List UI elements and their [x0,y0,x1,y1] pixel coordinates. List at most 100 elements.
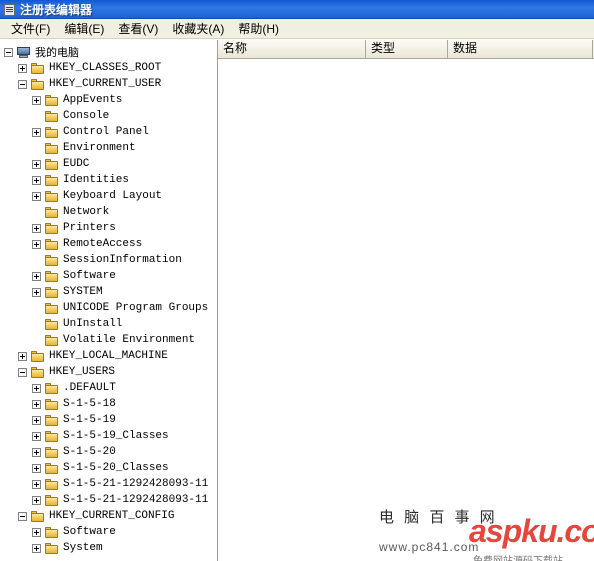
expand-icon[interactable] [32,239,41,249]
folder-icon [44,446,60,459]
menu-bar: 文件(F) 编辑(E) 查看(V) 收藏夹(A) 帮助(H) [0,19,594,39]
tree-node-label: Network [63,206,110,218]
tree-node-label: AppEvents [63,94,123,106]
tree-node-label: UnInstall [63,318,123,330]
expand-icon[interactable] [32,287,41,297]
expand-icon[interactable] [32,95,41,105]
collapse-icon[interactable] [18,367,27,377]
tree-node[interactable]: Printers [0,220,217,236]
menu-file[interactable]: 文件(F) [4,18,57,39]
menu-favorites[interactable]: 收藏夹(A) [165,18,231,39]
tree-node[interactable]: UNICODE Program Groups [0,300,217,316]
tree-node[interactable]: AppEvents [0,92,217,108]
expand-icon[interactable] [18,351,27,361]
expand-icon[interactable] [32,415,41,425]
column-header-data[interactable]: 数据 [448,40,593,58]
folder-icon [44,206,60,219]
menu-help[interactable]: 帮助(H) [231,18,286,39]
tree-node-label: .DEFAULT [63,382,116,394]
tree-node-label: S-1-5-19 [63,414,116,426]
tree-node[interactable]: Keyboard Layout [0,188,217,204]
folder-icon [44,270,60,283]
main-content: 我的电脑 HKEY_CLASSES_ROOT HKEY_CURRENT_USER Ap… [0,40,594,561]
tree-node-label: S-1-5-18 [63,398,116,410]
registry-tree-pane[interactable]: 我的电脑 HKEY_CLASSES_ROOT HKEY_CURRENT_USER Ap… [0,40,218,561]
expand-icon[interactable] [32,159,41,169]
tree-node[interactable]: Control Panel [0,124,217,140]
tree-node[interactable]: HKEY_USERS [0,364,217,380]
expand-icon[interactable] [32,543,41,553]
folder-icon [44,382,60,395]
expand-icon[interactable] [32,431,41,441]
expand-icon[interactable] [32,191,41,201]
tree-node[interactable]: Volatile Environment [0,332,217,348]
tree-node[interactable]: S-1-5-19 [0,412,217,428]
tree-node[interactable]: S-1-5-21-1292428093-11 [0,476,217,492]
tree-node[interactable]: S-1-5-20_Classes [0,460,217,476]
watermark-logo: aspku.com [469,513,594,549]
no-expander-spacer [32,144,41,153]
tree-node[interactable]: EUDC [0,156,217,172]
tree-node[interactable]: S-1-5-21-1292428093-11 [0,492,217,508]
collapse-icon[interactable] [18,511,27,521]
column-header-name[interactable]: 名称 [218,40,366,58]
expand-icon[interactable] [32,383,41,393]
tree-node[interactable]: S-1-5-20 [0,444,217,460]
expand-icon[interactable] [32,527,41,537]
collapse-icon[interactable] [18,79,27,89]
tree-node[interactable]: S-1-5-19_Classes [0,428,217,444]
tree-node[interactable]: System [0,540,217,556]
tree-node[interactable]: RemoteAccess [0,236,217,252]
registry-tree[interactable]: 我的电脑 HKEY_CLASSES_ROOT HKEY_CURRENT_USER Ap… [0,40,217,556]
tree-node-label: SYSTEM [63,286,103,298]
folder-icon [44,174,60,187]
folder-icon [44,94,60,107]
tree-node[interactable]: S-1-5-18 [0,396,217,412]
tree-node-label: HKEY_CURRENT_USER [49,78,162,90]
watermark: 电 脑 百 事 网 aspku.com www.pc841.com 免费网站源码… [365,506,594,561]
folder-icon [44,494,60,507]
menu-edit[interactable]: 编辑(E) [57,18,111,39]
tree-node[interactable]: Network [0,204,217,220]
tree-node-label: HKEY_CLASSES_ROOT [49,62,162,74]
expand-icon[interactable] [32,447,41,457]
tree-node[interactable]: HKEY_CURRENT_CONFIG [0,508,217,524]
expand-icon[interactable] [32,463,41,473]
no-expander-spacer [32,304,41,313]
tree-node[interactable]: SessionInformation [0,252,217,268]
tree-node[interactable]: 我的电脑 [0,44,217,60]
watermark-site-name: 电 脑 百 事 网 [379,509,498,526]
tree-node-label: Printers [63,222,116,234]
registry-values-pane[interactable]: 名称 类型 数据 电 脑 百 事 网 aspku.com www.pc841.c… [218,40,594,561]
tree-node[interactable]: SYSTEM [0,284,217,300]
watermark-url: www.pc841.com [379,540,480,554]
no-expander-spacer [32,256,41,265]
tree-node[interactable]: HKEY_CURRENT_USER [0,76,217,92]
expand-icon[interactable] [32,223,41,233]
expand-icon[interactable] [32,399,41,409]
tree-node[interactable]: Environment [0,140,217,156]
column-header-type[interactable]: 类型 [366,40,448,58]
tree-node[interactable]: HKEY_CLASSES_ROOT [0,60,217,76]
folder-icon [44,318,60,331]
folder-icon [44,238,60,251]
tree-node[interactable]: Software [0,268,217,284]
tree-node-label: S-1-5-20_Classes [63,462,169,474]
tree-node[interactable]: Software [0,524,217,540]
menu-view[interactable]: 查看(V) [111,18,165,39]
title-bar: 注册表编辑器 [0,0,594,19]
expand-icon[interactable] [32,175,41,185]
tree-node[interactable]: UnInstall [0,316,217,332]
tree-node[interactable]: Console [0,108,217,124]
expand-icon[interactable] [32,271,41,281]
expand-icon[interactable] [32,127,41,137]
expand-icon[interactable] [32,495,41,505]
collapse-icon[interactable] [4,47,13,57]
tree-node[interactable]: .DEFAULT [0,380,217,396]
expand-icon[interactable] [18,63,27,73]
tree-node[interactable]: Identities [0,172,217,188]
folder-icon [44,222,60,235]
expand-icon[interactable] [32,479,41,489]
window-title: 注册表编辑器 [20,3,93,17]
tree-node[interactable]: HKEY_LOCAL_MACHINE [0,348,217,364]
